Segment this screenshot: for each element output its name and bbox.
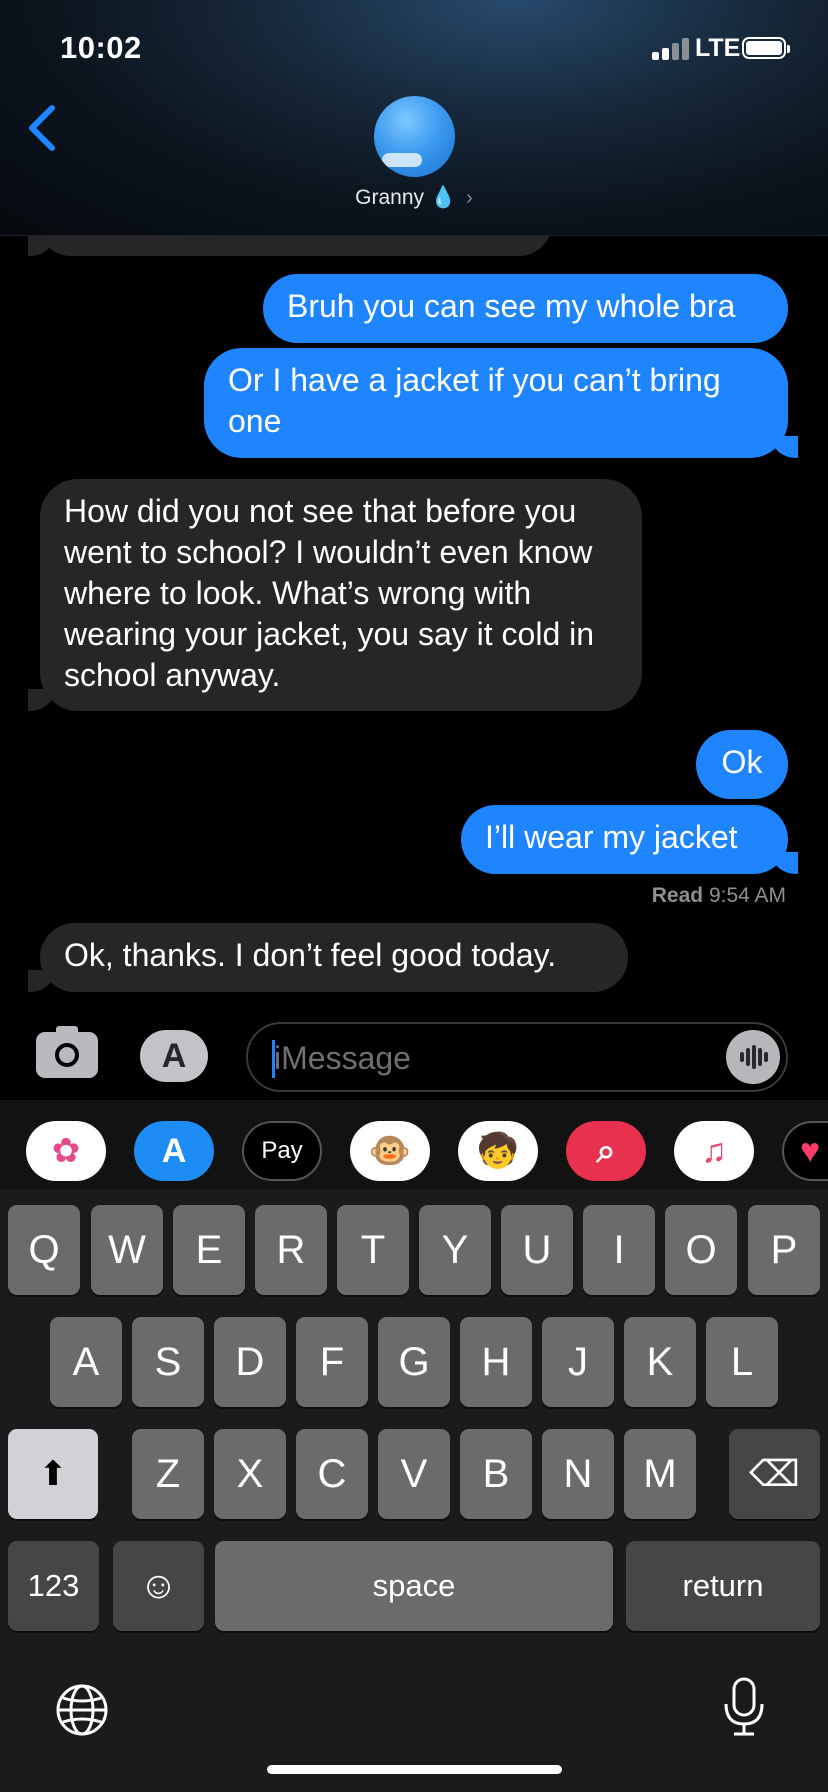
memoji-icon: 🧒 bbox=[476, 1132, 520, 1170]
app-store-icon: A bbox=[161, 1131, 187, 1170]
key-f[interactable]: F bbox=[296, 1317, 368, 1407]
key-j[interactable]: J bbox=[542, 1317, 614, 1407]
message-text: I’ll wear my jacket bbox=[485, 819, 738, 855]
message-bubble-sent[interactable]: Bruh you can see my whole bra bbox=[263, 274, 788, 343]
message-input[interactable] bbox=[272, 1036, 716, 1080]
key-t[interactable]: T bbox=[337, 1205, 409, 1295]
photos-icon: ✿ bbox=[51, 1132, 81, 1170]
bubble-tail bbox=[28, 689, 54, 711]
key-r[interactable]: R bbox=[255, 1205, 327, 1295]
memoji-button[interactable]: 🧒 bbox=[458, 1121, 538, 1181]
key-n[interactable]: N bbox=[542, 1429, 614, 1519]
image-search-button[interactable]: ⌕ bbox=[566, 1121, 646, 1181]
key-z[interactable]: Z bbox=[132, 1429, 204, 1519]
read-receipt: Read 9:54 AM bbox=[652, 884, 786, 908]
key-s[interactable]: S bbox=[132, 1317, 204, 1407]
key-b[interactable]: B bbox=[460, 1429, 532, 1519]
battery-icon bbox=[742, 37, 790, 59]
key-v[interactable]: V bbox=[378, 1429, 450, 1519]
key-h[interactable]: H bbox=[460, 1317, 532, 1407]
back-button[interactable] bbox=[22, 102, 62, 154]
contact-name: Granny bbox=[355, 186, 425, 209]
key-d[interactable]: D bbox=[214, 1317, 286, 1407]
message-input-field[interactable] bbox=[246, 1022, 788, 1092]
network-type: LTE bbox=[695, 34, 741, 62]
key-k[interactable]: K bbox=[624, 1317, 696, 1407]
app-store-button[interactable]: A bbox=[140, 1030, 208, 1082]
key-o[interactable]: O bbox=[665, 1205, 737, 1295]
search-globe-icon: ⌕ bbox=[596, 1131, 616, 1170]
globe-keyboard-switch[interactable] bbox=[54, 1682, 110, 1738]
key-q[interactable]: Q bbox=[8, 1205, 80, 1295]
message-text: Ok bbox=[721, 744, 763, 780]
cellular-signal-icon bbox=[652, 38, 692, 60]
conversation-header: 10:02 LTE Granny 💧 › bbox=[0, 0, 828, 236]
shift-key[interactable]: ⬆ bbox=[8, 1429, 98, 1519]
return-key[interactable]: return bbox=[626, 1541, 820, 1631]
audio-message-button[interactable] bbox=[726, 1030, 780, 1084]
read-label: Read bbox=[651, 884, 704, 907]
bubble-tail bbox=[28, 234, 54, 256]
message-text: How did you not see that before you went… bbox=[64, 493, 595, 693]
space-key[interactable]: space bbox=[215, 1541, 613, 1631]
numbers-key[interactable]: 123 bbox=[8, 1541, 99, 1631]
message-text: Ok, thanks. I don’t feel good today. bbox=[64, 937, 557, 973]
apple-pay-button[interactable]: Pay bbox=[242, 1121, 322, 1181]
key-w[interactable]: W bbox=[91, 1205, 163, 1295]
heart-icon: ♥ bbox=[800, 1131, 821, 1170]
message-bubble-sent[interactable]: I’ll wear my jacket bbox=[461, 805, 788, 874]
emoji-key[interactable]: ☺ bbox=[113, 1541, 204, 1631]
chevron-right-icon: › bbox=[466, 187, 473, 209]
key-p[interactable]: P bbox=[748, 1205, 820, 1295]
monkey-icon: 🐵 bbox=[368, 1132, 412, 1170]
bubble-tail bbox=[28, 970, 54, 992]
contact-avatar[interactable] bbox=[374, 96, 455, 177]
key-g[interactable]: G bbox=[378, 1317, 450, 1407]
delete-icon: ⌫ bbox=[749, 1453, 800, 1494]
globe-icon bbox=[56, 1684, 108, 1736]
photos-app-button[interactable]: ✿ bbox=[26, 1121, 106, 1181]
key-m[interactable]: M bbox=[624, 1429, 696, 1519]
camera-button[interactable] bbox=[36, 1026, 98, 1078]
read-time: 9:54 AM bbox=[708, 884, 786, 907]
emoji-icon: ☺ bbox=[139, 1564, 178, 1607]
message-bubble-received[interactable]: Ok, thanks. I don’t feel good today. bbox=[40, 923, 628, 992]
app-store-app-button[interactable]: A bbox=[134, 1121, 214, 1181]
microphone-icon bbox=[724, 1677, 764, 1736]
key-a[interactable]: A bbox=[50, 1317, 122, 1407]
key-c[interactable]: C bbox=[296, 1429, 368, 1519]
message-text: Bruh you can see my whole bra bbox=[287, 288, 736, 324]
message-bubble-received[interactable]: How did you not see that before you went… bbox=[40, 479, 642, 711]
bubble-tail bbox=[772, 852, 798, 874]
droplet-icon: 💧 bbox=[430, 186, 457, 209]
message-bubble-sent[interactable]: Or I have a jacket if you can’t bring on… bbox=[204, 348, 788, 458]
animoji-button[interactable]: 🐵 bbox=[350, 1121, 430, 1181]
key-e[interactable]: E bbox=[173, 1205, 245, 1295]
key-i[interactable]: I bbox=[583, 1205, 655, 1295]
app-store-icon: A bbox=[161, 1037, 187, 1075]
message-bubble-sent[interactable]: Ok bbox=[696, 730, 788, 799]
delete-key[interactable]: ⌫ bbox=[729, 1429, 820, 1519]
dictation-button[interactable] bbox=[722, 1676, 766, 1738]
message-text: Or I have a jacket if you can’t bring on… bbox=[228, 362, 721, 439]
status-time: 10:02 bbox=[60, 30, 142, 65]
music-note-icon: ♫ bbox=[701, 1131, 727, 1170]
shift-arrow-icon: ⬆ bbox=[38, 1455, 68, 1493]
home-indicator[interactable] bbox=[267, 1765, 562, 1774]
bubble-tail bbox=[772, 436, 798, 458]
key-u[interactable]: U bbox=[501, 1205, 573, 1295]
music-app-button[interactable]: ♫ bbox=[674, 1121, 754, 1181]
contact-name-button[interactable]: Granny 💧 › bbox=[0, 186, 828, 210]
chevron-left-icon bbox=[29, 105, 55, 151]
apple-pay-icon: Pay bbox=[261, 1137, 303, 1164]
key-l[interactable]: L bbox=[706, 1317, 778, 1407]
key-y[interactable]: Y bbox=[419, 1205, 491, 1295]
key-x[interactable]: X bbox=[214, 1429, 286, 1519]
